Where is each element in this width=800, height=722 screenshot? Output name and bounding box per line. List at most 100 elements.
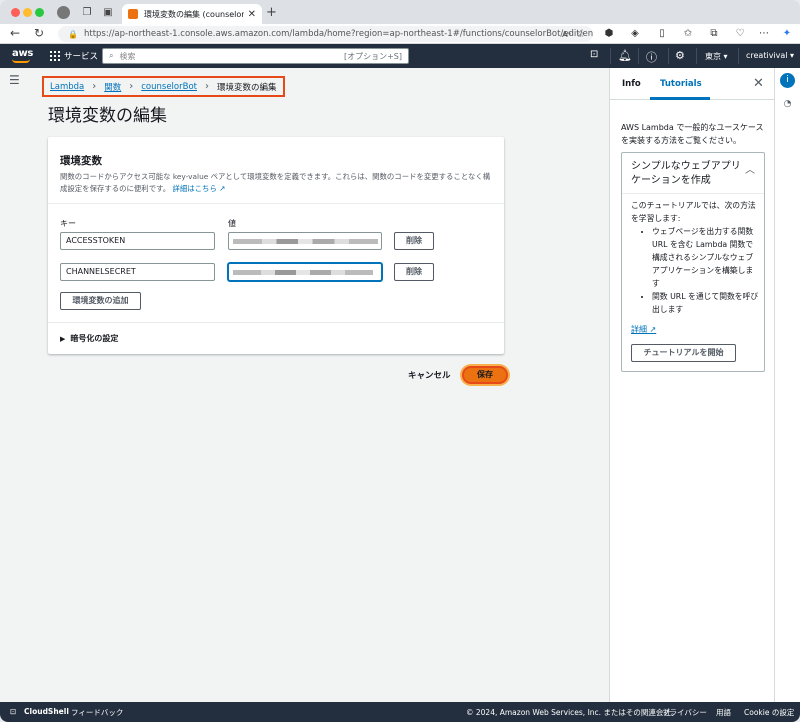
breadcrumb-functions[interactable]: 関数 xyxy=(104,81,121,93)
panel-heading: 環境変数 xyxy=(60,155,102,167)
chevron-up-icon[interactable]: ︿ xyxy=(745,161,755,176)
notifications-bell-icon[interactable]: 🔔︎ xyxy=(618,49,632,62)
browser-tab-active[interactable]: 環境変数の編集 (counselorBot) ✕ xyxy=(122,4,262,24)
maximize-window-button[interactable] xyxy=(35,8,44,17)
env-key-input[interactable]: CHANNELSECRET xyxy=(60,263,215,281)
external-link-icon: ↗ xyxy=(219,184,226,193)
feedback-link[interactable]: フィードバック xyxy=(71,707,123,718)
description-text: 関数のコードからアクセス可能な key-value ペアとして環境変数を定義でき… xyxy=(60,172,491,193)
url-text: https://ap-northeast-1.console.aws.amazo… xyxy=(83,29,593,39)
collections-icon[interactable]: ⧉ xyxy=(708,28,720,40)
more-menu-icon[interactable]: ⋯ xyxy=(758,28,770,40)
value-column-label: 値 xyxy=(228,219,236,228)
tutorial-title: シンプルなウェブアプリケーションを作成 xyxy=(631,161,741,186)
save-button[interactable]: 保存 xyxy=(462,366,508,384)
details-text: 詳細 xyxy=(631,325,647,334)
key-column-label: キー xyxy=(60,219,76,228)
close-icon[interactable]: ✕ xyxy=(753,76,764,91)
minimize-window-button[interactable] xyxy=(23,8,32,17)
search-shortcut: [オプション+S] xyxy=(343,51,402,61)
refresh-icon[interactable]: ↻ xyxy=(34,26,44,40)
services-menu[interactable]: サービス xyxy=(64,50,98,62)
tutorial-card: シンプルなウェブアプリケーションを作成 ︿ このチュートリアルでは、次の方法を学… xyxy=(621,152,765,372)
browser-window: ❐ ▣ 環境変数の編集 (counselorBot) ✕ + ← ↻ 🔒 htt… xyxy=(0,0,800,722)
masked-value xyxy=(233,270,373,275)
active-tab-indicator xyxy=(650,97,710,100)
aws-smile-icon xyxy=(12,59,30,63)
encryption-settings-toggle[interactable]: ▶ 暗号化の設定 xyxy=(60,333,118,344)
chevron-right-icon: › xyxy=(129,81,134,92)
region-selector[interactable]: 東京 ▾ xyxy=(705,51,728,62)
back-icon[interactable]: ← xyxy=(10,26,20,40)
env-vars-panel: 環境変数 関数のコードからアクセス可能な key-value ペアとして環境変数… xyxy=(48,137,504,354)
browser-tab-bar: ❐ ▣ 環境変数の編集 (counselorBot) ✕ + xyxy=(0,0,800,24)
favorite-star-icon[interactable]: ☆ xyxy=(576,29,585,40)
settings-gear-icon[interactable]: ⚙ xyxy=(675,49,685,62)
cloudshell-icon[interactable]: ⊡ xyxy=(590,49,598,60)
clock-icon[interactable]: ◔ xyxy=(780,97,795,112)
cancel-button[interactable]: キャンセル xyxy=(408,369,451,381)
aws-search-input[interactable]: ⌕ 検索 [オプション+S] xyxy=(102,48,409,64)
search-icon: ⌕ xyxy=(109,51,114,60)
details-link[interactable]: 詳細 ↗ xyxy=(631,324,656,335)
aws-logo[interactable]: aws xyxy=(12,48,34,63)
tab-title: 環境変数の編集 (counselorBot) xyxy=(144,9,244,19)
env-value-input[interactable] xyxy=(228,232,382,250)
url-field[interactable]: 🔒 https://ap-northeast-1.console.aws.ama… xyxy=(58,26,593,42)
breadcrumb-current: 環境変数の編集 xyxy=(216,82,277,93)
copyright-text: © 2024, Amazon Web Services, Inc. またはその関… xyxy=(466,708,679,717)
external-link-icon: ↗ xyxy=(649,325,657,334)
cookie-settings-link[interactable]: Cookie の設定 xyxy=(744,707,794,718)
breadcrumb: Lambda › 関数 › counselorBot › 環境変数の編集 xyxy=(42,76,285,97)
aws-logo-text: aws xyxy=(12,48,34,59)
shopping-icon[interactable]: ♡ xyxy=(734,28,746,40)
chevron-right-icon: › xyxy=(92,81,97,92)
tab-tutorials[interactable]: Tutorials xyxy=(660,79,702,89)
account-menu[interactable]: creativival ▾ xyxy=(746,51,794,60)
hamburger-menu-icon[interactable]: ☰ xyxy=(9,73,20,87)
tutorial-text: このチュートリアルでは、次の方法を学習します: xyxy=(631,201,756,223)
close-window-button[interactable] xyxy=(11,8,20,17)
panel-description: 関数のコードからアクセス可能な key-value ペアとして環境変数を定義でき… xyxy=(60,171,495,195)
page-title: 環境変数の編集 xyxy=(48,106,167,126)
read-aloud-icon[interactable]: Aᴬ xyxy=(562,30,571,39)
search-placeholder: 検索 xyxy=(119,51,136,61)
tab-actions-icon[interactable]: ▣ xyxy=(101,6,115,19)
lock-icon: 🔒 xyxy=(68,29,78,39)
new-tab-button[interactable]: + xyxy=(266,5,277,20)
cloudshell-footer-icon[interactable]: ⊡ xyxy=(10,707,16,716)
env-key-input[interactable]: ACCESSTOKEN xyxy=(60,232,215,250)
help-panel: Info Tutorials ✕ AWS Lambda で一般的なユースケースを… xyxy=(609,68,775,702)
remove-button[interactable]: 削除 xyxy=(394,263,434,281)
workspaces-icon[interactable]: ❐ xyxy=(80,6,94,19)
help-rail: i ◔ xyxy=(774,68,800,702)
copilot-icon[interactable]: ◈ xyxy=(629,28,641,40)
edge-copilot-icon[interactable]: ✦ xyxy=(781,28,793,40)
add-env-var-button[interactable]: 環境変数の追加 xyxy=(60,292,141,310)
remove-button[interactable]: 削除 xyxy=(394,232,434,250)
footer: ⊡ CloudShell フィードバック © 2024, Amazon Web … xyxy=(0,702,800,722)
chevron-right-icon: › xyxy=(204,81,209,92)
caret-right-icon: ▶ xyxy=(60,335,66,343)
profile-icon[interactable] xyxy=(57,6,70,19)
start-tutorial-button[interactable]: チュートリアルを開始 xyxy=(631,344,736,362)
breadcrumb-lambda[interactable]: Lambda xyxy=(50,82,84,92)
breadcrumb-function-name[interactable]: counselorBot xyxy=(141,82,197,92)
learn-more-link[interactable]: 詳細はこちら ↗ xyxy=(172,184,225,193)
help-icon[interactable]: ⓘ xyxy=(646,49,657,65)
extension-icon[interactable]: ⬢ xyxy=(603,28,615,40)
split-screen-icon[interactable]: ▯ xyxy=(656,28,668,40)
tab-info[interactable]: Info xyxy=(622,79,641,89)
services-grid-icon[interactable] xyxy=(50,51,60,61)
list-item: 関数 URL を通じて関数を呼び出します xyxy=(652,290,760,316)
env-value-input[interactable] xyxy=(228,263,382,281)
cloudshell-link[interactable]: CloudShell xyxy=(24,707,69,716)
learn-more-text: 詳細はこちら xyxy=(172,184,217,193)
terms-link[interactable]: 用語 xyxy=(716,707,731,718)
favorites-icon[interactable]: ✩ xyxy=(682,28,694,40)
aws-top-nav: aws サービス ⌕ 検索 [オプション+S] ⊡ 🔔︎ ⓘ ⚙ 東京 ▾ cr… xyxy=(0,44,800,68)
tab-close-icon[interactable]: ✕ xyxy=(248,9,256,20)
encryption-label: 暗号化の設定 xyxy=(70,334,119,343)
info-icon[interactable]: i xyxy=(780,73,795,88)
privacy-link[interactable]: プライバシー xyxy=(662,707,707,718)
